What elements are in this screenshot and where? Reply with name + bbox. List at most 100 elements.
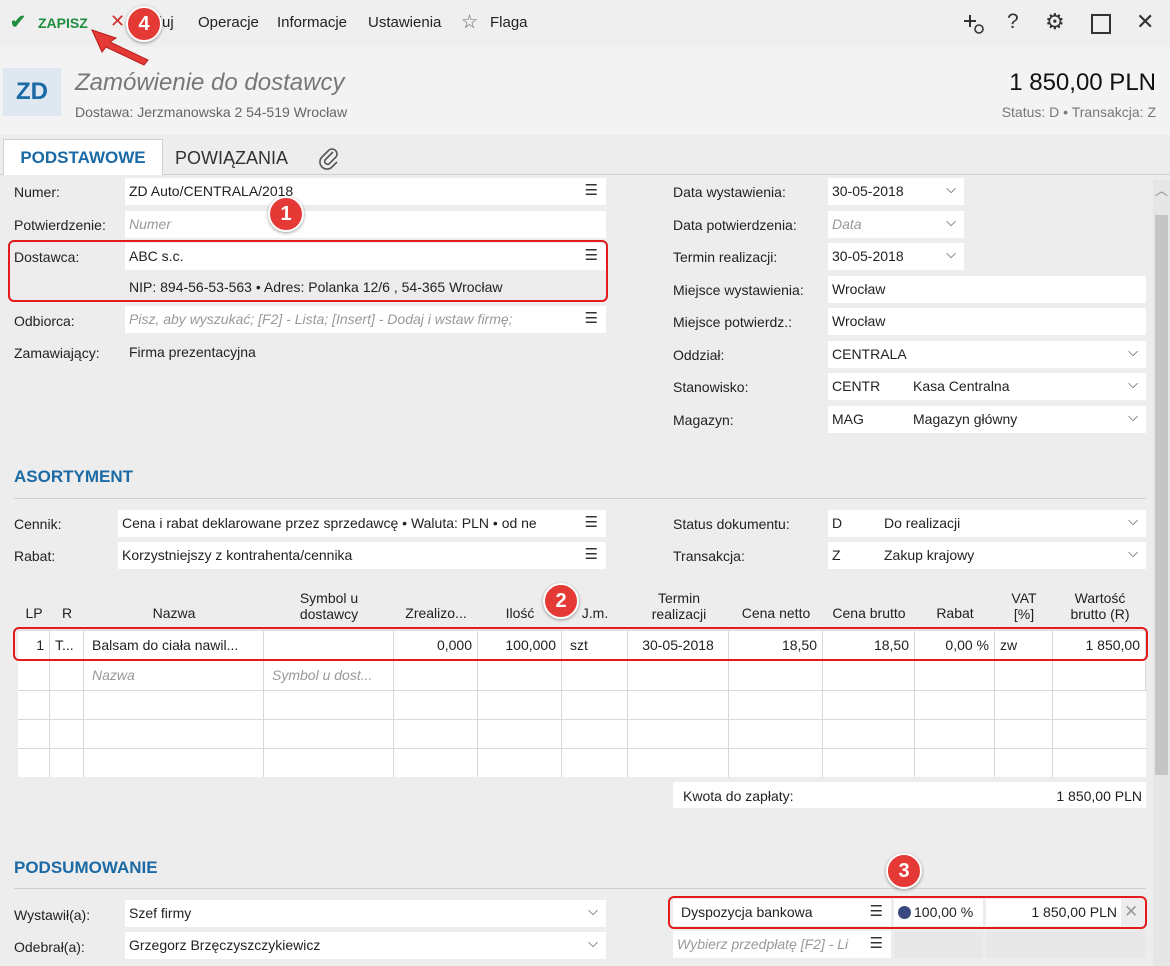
menu-icon[interactable]: ☰ [585,545,598,563]
star-icon[interactable]: ☆ [461,11,478,34]
col-header-symbol[interactable]: Symbol u dostawcy [294,590,364,622]
new-row-r[interactable] [50,661,83,690]
transaction-code: Z [832,547,841,563]
issue-date-label: Data wystawienia: [673,184,786,200]
prepayment-amount [986,931,1146,958]
save-button[interactable]: ZAPISZ [38,15,88,31]
workstation-select[interactable]: CENTR Kasa Centralna ⌵ [828,373,1146,400]
branch-select[interactable]: CENTRALA ⌵ [828,341,1146,368]
add-icon[interactable] [962,12,986,36]
chevron-down-icon[interactable]: ⌵ [946,214,956,230]
branch-value: CENTRALA [832,346,907,362]
chevron-down-icon[interactable]: ⌵ [588,903,598,919]
warehouse-select[interactable]: MAG Magazyn główny ⌵ [828,406,1146,433]
col-header-net-price[interactable]: Cena netto [729,605,823,621]
discount-field[interactable]: Korzystniejszy z kontrahenta/cennika ☰ [118,542,606,569]
confirmation-field[interactable]: Numer [125,211,606,238]
transaction-select[interactable]: Z Zakup krajowy ⌵ [828,542,1146,569]
issue-place-field[interactable]: Wrocław [828,276,1146,303]
col-header-discount[interactable]: Rabat [915,605,995,621]
window-close-icon[interactable]: ✕ [1136,9,1154,35]
new-row-vat[interactable] [995,661,1052,690]
confirmation-placeholder: Numer [129,216,172,232]
document-status: Status: D • Transakcja: Z [1001,104,1156,120]
settings-menu[interactable]: Ustawienia [368,14,441,31]
new-row-realized[interactable] [394,661,477,690]
workstation-label: Stanowisko: [673,379,749,395]
new-row-net[interactable] [729,661,822,690]
due-date-value: 30-05-2018 [832,248,904,264]
menu-icon[interactable]: ☰ [585,309,598,327]
recipient-field[interactable]: Pisz, aby wyszukać; [F2] - Lista; [Inser… [125,306,606,333]
chevron-down-icon[interactable]: ⌵ [946,181,956,197]
col-header-gross-price[interactable]: Cena brutto [823,605,915,621]
doc-status-select[interactable]: D Do realizacji ⌵ [828,510,1146,537]
new-row-discount[interactable] [915,661,994,690]
new-row-name[interactable]: Nazwa [84,661,263,690]
number-label: Numer: [14,184,60,200]
chevron-down-icon[interactable]: ⌵ [1128,545,1138,561]
menu-icon[interactable]: ☰ [578,513,598,531]
warehouse-label: Magazyn: [673,412,734,428]
tab-relations[interactable]: POWIĄZANIA [175,148,288,169]
new-row-due[interactable] [628,661,728,690]
doc-status-label: Status dokumentu: [673,516,790,532]
new-row-value[interactable] [1053,661,1145,690]
issue-date-value: 30-05-2018 [832,183,904,199]
orderer-label: Zamawiający: [14,345,100,361]
summary-divider [14,888,1146,889]
confirm-place-value: Wrocław [832,313,886,329]
marker-1: 1 [268,196,304,232]
confirm-place-field[interactable]: Wrocław [828,308,1146,335]
col-header-vat[interactable]: VAT [%] [1005,590,1043,622]
warehouse-code: MAG [832,411,864,427]
assortment-title: ASORTYMENT [14,467,133,486]
menu-icon[interactable]: ☰ [585,181,598,199]
prepayment-field[interactable]: Wybierz przedpłatę [F2] - Li ☰ [673,931,891,958]
col-header-realized[interactable]: Zrealizo... [394,605,478,621]
new-row-lp[interactable] [18,661,49,690]
col-header-name[interactable]: Nazwa [84,605,264,621]
orderer-value: Firma prezentacyjna [129,344,256,360]
menu-icon[interactable]: ☰ [870,934,883,952]
flag-button[interactable]: Flaga [490,14,528,31]
highlight-supplier [8,240,608,302]
discount-label: Rabat: [14,548,56,564]
scroll-up-icon[interactable]: ︿ [1155,180,1168,199]
col-header-r[interactable]: R [50,605,84,621]
new-row-unit[interactable] [562,661,627,690]
marker-4: 4 [126,6,162,42]
number-field[interactable]: ZD Auto/CENTRALA/2018 ☰ [125,178,606,205]
chevron-down-icon[interactable]: ⌵ [1128,344,1138,360]
paperclip-icon[interactable] [318,146,340,170]
chevron-down-icon[interactable]: ⌵ [1128,376,1138,392]
received-by-select[interactable]: Grzegorz Brzęczyszczykiewicz ⌵ [125,932,606,959]
maximize-icon[interactable] [1091,14,1111,34]
new-row-gross[interactable] [823,661,914,690]
confirm-date-field[interactable]: Data ⌵ [828,211,964,238]
help-icon[interactable]: ? [1007,10,1019,34]
due-date-field[interactable]: 30-05-2018 ⌵ [828,243,964,270]
col-header-lp[interactable]: LP [18,605,50,621]
chevron-down-icon[interactable]: ⌵ [946,246,956,262]
marker-3: 3 [886,853,922,889]
new-row-quantity[interactable] [478,661,561,690]
received-by-value: Grzegorz Brzęczyszczykiewicz [129,937,321,953]
chevron-down-icon[interactable]: ⌵ [1128,513,1138,529]
document-amount: 1 850,00 PLN [1009,69,1156,96]
chevron-down-icon[interactable]: ⌵ [1128,409,1138,425]
col-header-due[interactable]: Termin realizacji [640,590,718,622]
information-menu[interactable]: Informacje [277,14,347,31]
doc-status-code: D [832,515,843,531]
chevron-down-icon[interactable]: ⌵ [588,935,598,951]
pricelist-field[interactable]: Cena i rabat deklarowane przez sprzedawc… [118,510,606,537]
issue-date-field[interactable]: 30-05-2018 ⌵ [828,178,964,205]
issued-by-select[interactable]: Szef firmy ⌵ [125,900,606,927]
scrollbar-thumb[interactable] [1155,215,1168,775]
col-header-gross-value[interactable]: Wartość brutto (R) [1060,590,1140,622]
confirm-date-placeholder: Data [832,216,862,232]
operations-menu[interactable]: Operacje [198,14,259,31]
gear-icon[interactable]: ⚙ [1045,9,1065,35]
new-row-symbol[interactable]: Symbol u dost... [264,661,393,690]
tab-basic[interactable]: PODSTAWOWE [3,139,163,176]
